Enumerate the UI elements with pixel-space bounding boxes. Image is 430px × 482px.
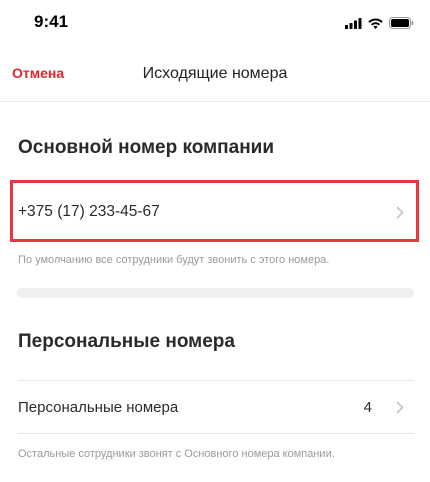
personal-numbers-hint: Остальные сотрудники звонят с Основного … [18, 448, 335, 460]
personal-numbers-row[interactable]: Персональные номера 4 [18, 380, 414, 434]
status-icons [345, 16, 414, 30]
section-divider [17, 288, 414, 298]
personal-numbers-label: Персональные номера [18, 399, 179, 416]
signal-icon [345, 17, 362, 29]
personal-numbers-count: 4 [363, 399, 372, 416]
wifi-icon [368, 18, 383, 29]
nav-bar: Исходящие номера Отмена [0, 48, 430, 102]
cancel-button[interactable]: Отмена [12, 65, 64, 81]
page-title: Исходящие номера [142, 65, 288, 82]
highlight-frame [10, 180, 419, 242]
company-phone-hint: По умолчанию все сотрудники будут звонит… [18, 254, 330, 266]
personal-section-title: Персональные номера [18, 331, 235, 352]
status-bar: 9:41 [0, 0, 430, 48]
company-section-title: Основной номер компании [18, 137, 275, 158]
chevron-right-icon [396, 401, 404, 419]
status-time: 9:41 [34, 12, 69, 31]
battery-icon [389, 17, 414, 29]
